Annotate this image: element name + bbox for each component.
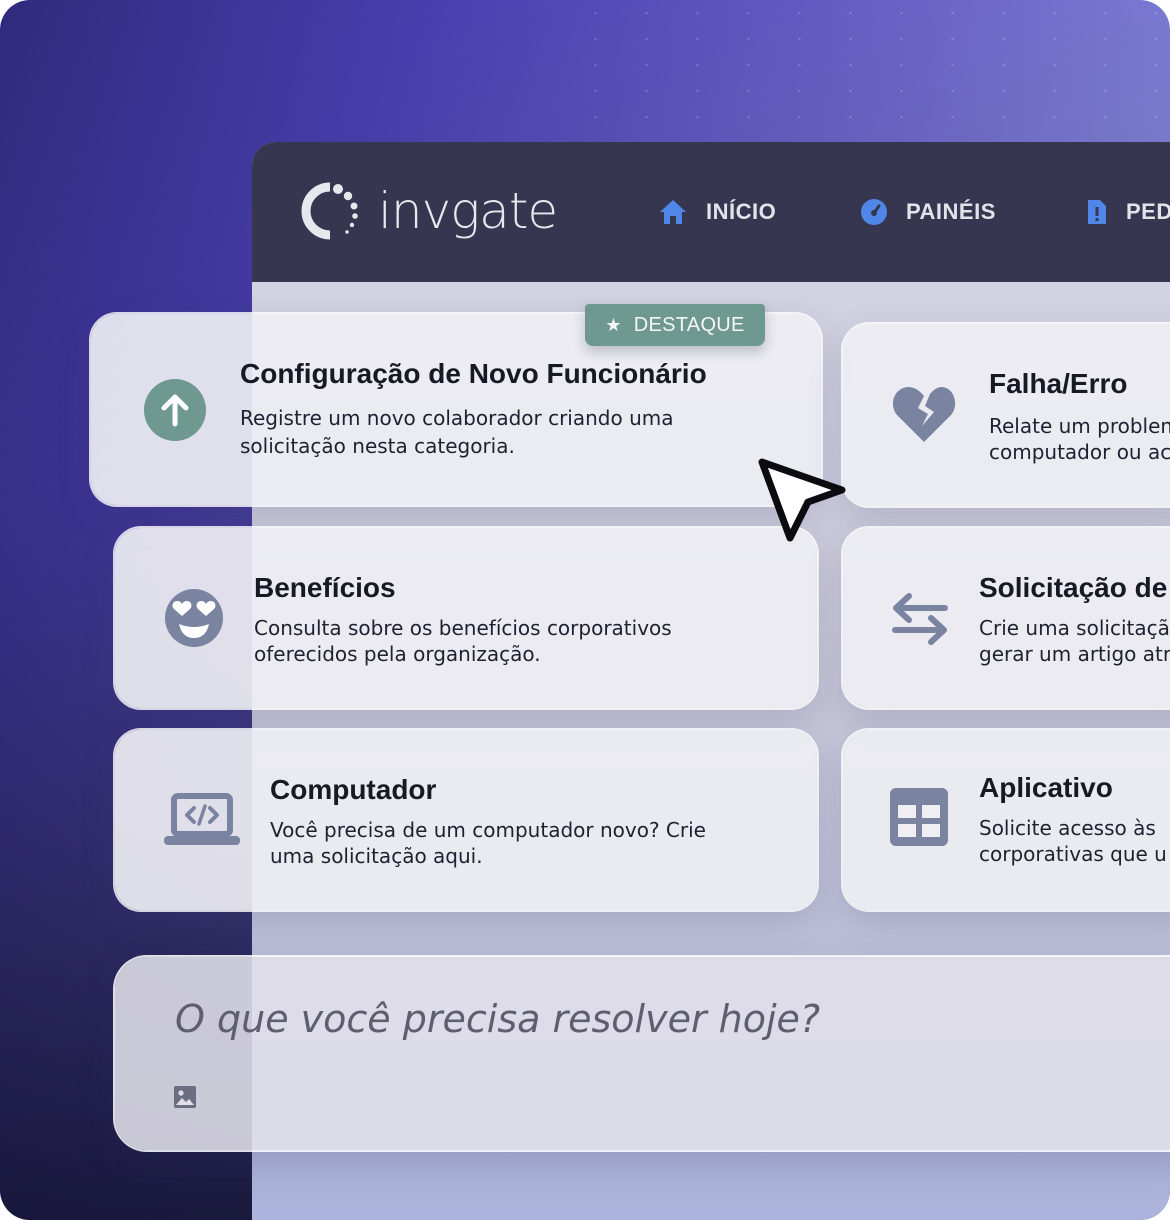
search-input[interactable]: O que você precisa resolver hoje? — [175, 997, 820, 1041]
mouse-cursor-icon — [758, 458, 846, 542]
card-title: Benefícios — [254, 572, 396, 603]
card-description-line: Você precisa de um computador novo? Crie — [270, 818, 706, 842]
category-card-solicitacao[interactable]: Solicitação de Crie uma solicitaçã gerar… — [843, 528, 1170, 708]
nav-label: PED — [1126, 199, 1170, 224]
document-alert-icon — [1088, 200, 1106, 224]
app-header: invgate INÍCIO PAINÉIS PED — [252, 142, 1170, 282]
card-description-line: oferecidos pela organização. — [254, 642, 541, 666]
card-title: Solicitação de — [979, 572, 1168, 603]
invgate-logo-icon — [301, 182, 358, 240]
category-card-computador[interactable]: Computador Você precisa de um computador… — [115, 730, 817, 910]
arrow-up-circle-icon — [144, 379, 206, 441]
card-title: Aplicativo — [979, 772, 1113, 803]
card-title: Configuração de Novo Funcionário — [240, 358, 707, 389]
nav-item-pedidos[interactable]: PED — [1086, 194, 1170, 230]
home-icon — [660, 200, 686, 224]
grid-icon — [890, 788, 948, 846]
broken-heart-icon — [892, 387, 956, 442]
promo-frame: invgate INÍCIO PAINÉIS PED Configuração … — [0, 0, 1170, 1220]
card-description-line: computador ou ac — [989, 440, 1170, 464]
nav-label: INÍCIO — [706, 199, 777, 224]
card-description-line: gerar um artigo atr — [979, 642, 1170, 666]
swap-arrows-icon — [892, 593, 948, 645]
card-description-line: Relate um problem — [989, 414, 1170, 438]
card-description-line: Crie uma solicitaçã — [979, 616, 1170, 640]
gauge-icon — [861, 199, 887, 225]
nav-item-paineis[interactable]: PAINÉIS — [860, 194, 996, 230]
brand-logo[interactable]: invgate — [300, 176, 558, 246]
card-title: Falha/Erro — [989, 368, 1128, 399]
card-description-line: uma solicitação aqui. — [270, 844, 483, 868]
category-card-aplicativo[interactable]: Aplicativo Solicite acesso às corporativ… — [843, 730, 1170, 910]
card-description-line: solicitação nesta categoria. — [240, 434, 515, 458]
card-description-line: Solicite acesso às — [979, 816, 1156, 840]
featured-badge-label: DESTAQUE — [633, 313, 745, 336]
category-card-beneficios[interactable]: Benefícios Consulta sobre os benefícios … — [115, 528, 817, 708]
featured-badge: ★ DESTAQUE — [585, 304, 765, 346]
card-description-line: Registre um novo colaborador criando uma — [240, 406, 674, 430]
laptop-code-icon — [164, 793, 240, 845]
brand-name: invgate — [378, 182, 558, 240]
card-description-line: corporativas que u — [979, 842, 1167, 866]
heart-eyes-face-icon — [165, 589, 223, 647]
card-title: Computador — [270, 774, 437, 805]
card-description-line: Consulta sobre os benefícios corporativo… — [254, 616, 672, 640]
image-icon[interactable] — [173, 1085, 197, 1109]
star-icon: ★ — [605, 314, 622, 335]
dot-pattern — [570, 0, 1170, 140]
search-box[interactable]: O que você precisa resolver hoje? — [115, 957, 1170, 1150]
nav-label: PAINÉIS — [906, 199, 996, 224]
nav-item-inicio[interactable]: INÍCIO — [658, 194, 776, 230]
category-card-falha-erro[interactable]: Falha/Erro Relate um problem computador … — [843, 324, 1170, 506]
